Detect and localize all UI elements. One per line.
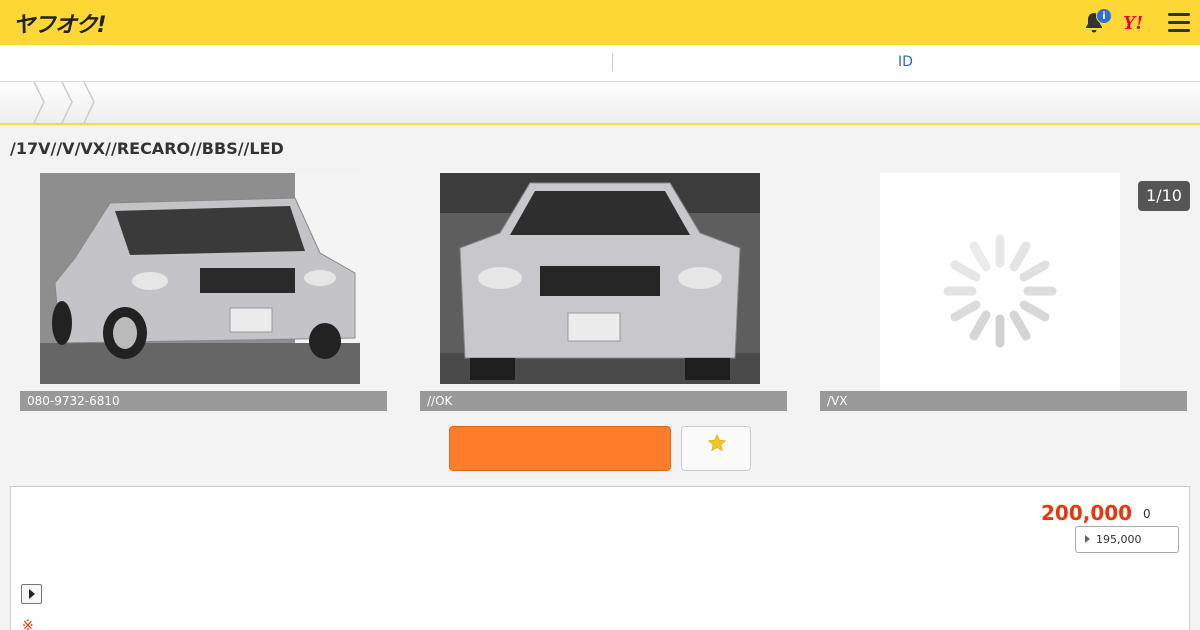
yahoo-icon[interactable]: Y!: [1123, 12, 1143, 35]
play-icon[interactable]: [21, 584, 42, 604]
note-mark: ※: [22, 618, 34, 630]
loading-spinner-icon: [943, 234, 1057, 348]
star-icon: [707, 433, 727, 452]
menu-icon[interactable]: [1168, 13, 1190, 33]
chevron-icon[interactable]: [30, 82, 110, 125]
buyout-price[interactable]: 195,000: [1075, 526, 1179, 553]
yahuoku-logo[interactable]: ヤフオク!: [13, 7, 107, 39]
listing-title: /17V//V/VX//RECARO//BBS//LED: [10, 139, 284, 158]
watchlist-button[interactable]: [681, 426, 751, 471]
price-panel: 200,000 0 195,000 ※: [10, 486, 1190, 630]
notification-badge: i: [1096, 8, 1112, 24]
breadcrumb: [0, 82, 1200, 125]
photo-caption-2: //OK: [420, 391, 787, 411]
photo-counter: 1/10: [1138, 181, 1190, 211]
bid-count: 0: [1143, 507, 1151, 521]
photo-caption-3: /VX: [820, 391, 1187, 411]
id-link[interactable]: ID: [898, 54, 913, 70]
car-photo-3-loading[interactable]: [880, 173, 1120, 403]
car-photo-1[interactable]: [40, 173, 360, 384]
sub-navigation: ID: [0, 45, 1200, 82]
car-photo-2[interactable]: [440, 173, 760, 384]
top-header: ヤフオク! i Y!: [0, 0, 1200, 45]
bid-button[interactable]: [449, 426, 671, 471]
subbar-divider: [612, 53, 613, 71]
photo-caption-1: 080-9732-6810: [20, 391, 387, 411]
current-price: 200,000: [1041, 501, 1133, 525]
